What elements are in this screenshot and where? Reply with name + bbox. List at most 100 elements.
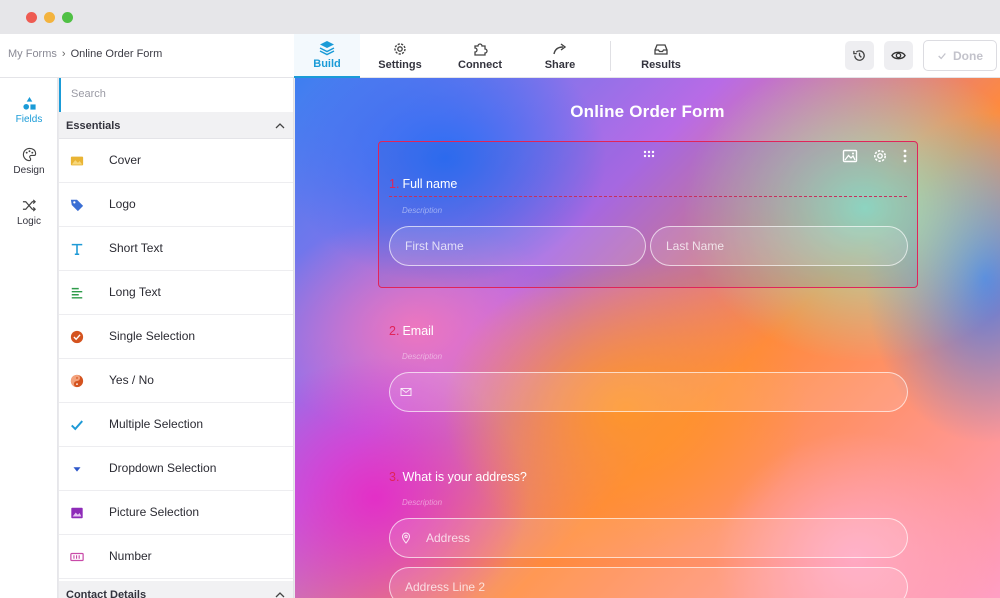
question-1-description[interactable]: Description (402, 206, 442, 215)
breadcrumb-current: Online Order Form (70, 48, 163, 60)
tab-share[interactable]: Share (520, 34, 600, 78)
tab-build-label: Build (313, 58, 341, 70)
field-item-short-text[interactable]: Short Text (59, 227, 293, 271)
shuffle-icon (22, 198, 36, 212)
chevron-up-icon (275, 592, 285, 598)
last-name-input[interactable]: Last Name (650, 226, 908, 266)
location-pin-icon (401, 532, 411, 544)
field-item-picture-selection[interactable]: Picture Selection (59, 491, 293, 535)
field-item-number[interactable]: Number (59, 535, 293, 579)
image-icon[interactable] (842, 148, 858, 164)
question-3-label[interactable]: 3. What is your address? (389, 470, 527, 484)
tab-results[interactable]: Results (621, 34, 701, 78)
first-name-input[interactable]: First Name (389, 226, 646, 266)
field-item-multiple-selection[interactable]: Multiple Selection (59, 403, 293, 447)
history-button[interactable] (845, 41, 874, 70)
field-item-label: Multiple Selection (109, 417, 204, 431)
form-canvas: Online Order Form 1. Full name Descriptio… (295, 78, 1000, 598)
email-input[interactable] (389, 372, 908, 412)
rail-item-design[interactable]: Design (0, 139, 58, 183)
field-item-single-selection[interactable]: Single Selection (59, 315, 293, 359)
section-header-essentials[interactable]: Essentials (59, 112, 293, 139)
preview-button[interactable] (884, 41, 913, 70)
nav-divider (610, 41, 611, 71)
tag-icon (69, 197, 85, 213)
address-input[interactable]: Address (389, 518, 908, 558)
rail-item-logic-label: Logic (17, 215, 41, 227)
question-1-underline (389, 196, 907, 197)
question-2-description[interactable]: Description (402, 352, 442, 361)
breadcrumb-my-forms-link[interactable]: My Forms (8, 48, 57, 60)
done-label: Done (953, 48, 983, 63)
rail-item-fields-label: Fields (15, 113, 43, 125)
done-button[interactable]: Done (923, 40, 997, 71)
form-title[interactable]: Online Order Form (295, 102, 1000, 122)
maximize-window-button[interactable] (62, 12, 73, 23)
field-item-cover[interactable]: Cover (59, 139, 293, 183)
check-icon (938, 52, 946, 59)
section-header-contact-details[interactable]: Contact Details (59, 581, 293, 598)
field-item-dropdown-selection[interactable]: Dropdown Selection (59, 447, 293, 491)
field-item-label: Picture Selection (109, 505, 200, 519)
field-item-label: Long Text (109, 285, 161, 299)
field-item-long-text[interactable]: Long Text (59, 271, 293, 315)
more-vertical-icon[interactable] (897, 148, 913, 164)
puzzle-icon (474, 43, 488, 56)
tab-connect[interactable]: Connect (440, 34, 520, 78)
yin-yang-icon (69, 373, 85, 389)
cover-image-icon (69, 153, 85, 169)
input-placeholder: Address Line 2 (405, 580, 486, 594)
top-bar: My Forms › Online Order Form Build Setting… (0, 34, 1000, 78)
rail-item-logic[interactable]: Logic (0, 190, 58, 234)
field-item-yes-no[interactable]: Yes / No (59, 359, 293, 403)
left-rail: Fields Design Logic (0, 78, 58, 598)
palette-icon (22, 147, 36, 161)
tab-results-label: Results (641, 59, 681, 71)
section-title: Essentials (66, 120, 121, 132)
question-text: Full name (402, 177, 458, 191)
close-window-button[interactable] (26, 12, 37, 23)
checkmark-icon (69, 417, 85, 433)
caret-down-icon (69, 461, 85, 477)
shapes-icon (22, 96, 36, 110)
field-item-label: Cover (109, 153, 142, 167)
input-placeholder: First Name (405, 239, 464, 253)
tab-share-label: Share (544, 59, 576, 71)
breadcrumb: My Forms › Online Order Form (8, 48, 162, 60)
address-line-2-input[interactable]: Address Line 2 (389, 567, 908, 598)
field-search-input[interactable] (71, 88, 271, 100)
paragraph-lines-icon (69, 285, 85, 301)
fields-panel: Essentials Cover Logo Short Text Long Te… (59, 78, 294, 598)
field-item-logo[interactable]: Logo (59, 183, 293, 227)
question-number: 2. (389, 324, 400, 338)
rail-item-design-label: Design (13, 164, 45, 176)
field-item-label: Dropdown Selection (109, 461, 217, 475)
minimize-window-button[interactable] (44, 12, 55, 23)
tab-build[interactable]: Build (294, 34, 360, 78)
gear-icon (394, 43, 406, 55)
rail-item-fields[interactable]: Fields (0, 88, 58, 132)
field-item-label: Short Text (109, 241, 163, 255)
picture-icon (69, 505, 85, 521)
question-text: What is your address? (402, 470, 527, 484)
envelope-icon (400, 388, 412, 396)
window-titlebar (0, 0, 1000, 34)
input-placeholder: Address (426, 531, 471, 545)
drag-handle-icon[interactable] (643, 150, 657, 158)
top-nav: Build Settings Connect Share Results (294, 34, 701, 78)
question-2-label[interactable]: 2. Email (389, 324, 434, 338)
field-item-label: Yes / No (109, 373, 154, 387)
history-icon (853, 50, 865, 61)
gear-icon[interactable] (872, 148, 888, 164)
section-title: Contact Details (66, 589, 147, 598)
text-t-icon (69, 241, 85, 257)
eye-icon (891, 51, 906, 60)
field-item-label: Number (109, 549, 152, 563)
question-1-label[interactable]: 1. Full name (389, 177, 457, 191)
field-item-label: Single Selection (109, 329, 196, 343)
tab-settings[interactable]: Settings (360, 34, 440, 78)
question-3-description[interactable]: Description (402, 498, 442, 507)
share-arrow-icon (553, 43, 567, 55)
input-placeholder: Last Name (666, 239, 725, 253)
tab-connect-label: Connect (458, 59, 502, 71)
